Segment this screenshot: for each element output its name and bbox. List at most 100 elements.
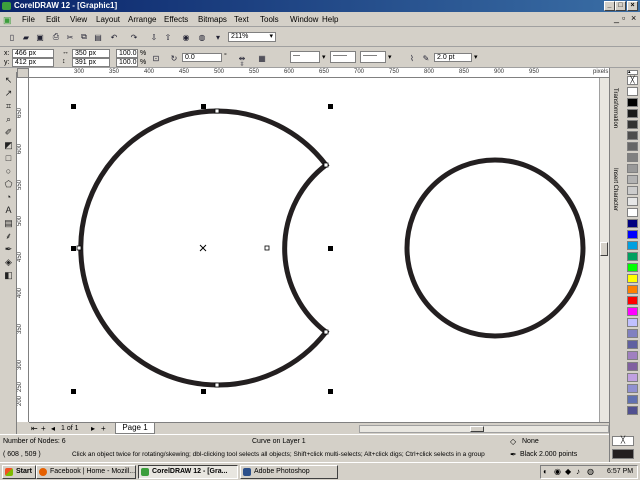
- color-swatch[interactable]: [627, 285, 638, 294]
- color-swatch[interactable]: [627, 142, 638, 151]
- zoom-level-field[interactable]: 211% ▾: [228, 32, 276, 42]
- color-swatch[interactable]: [627, 351, 638, 360]
- rotation-field[interactable]: 0.0: [182, 53, 222, 62]
- curve-node[interactable]: [76, 245, 82, 251]
- new-file-icon[interactable]: ▯: [6, 31, 18, 43]
- color-swatch[interactable]: [627, 406, 638, 415]
- document-icon[interactable]: ▣: [3, 15, 12, 26]
- handle-middle-right[interactable]: [328, 246, 333, 251]
- eyedropper-tool-icon[interactable]: ⸙: [2, 230, 15, 242]
- menu-effects[interactable]: Effects: [164, 15, 188, 24]
- menu-layout[interactable]: Layout: [96, 15, 120, 24]
- menu-help[interactable]: Help: [322, 15, 338, 24]
- color-swatch[interactable]: [627, 120, 638, 129]
- interactive-blend-tool-icon[interactable]: ▤: [2, 217, 15, 229]
- arrowhead-chevron-icon[interactable]: ▾: [322, 53, 326, 61]
- color-swatch[interactable]: [627, 307, 638, 316]
- start-button[interactable]: Start: [2, 465, 36, 479]
- center-marker[interactable]: [199, 244, 207, 252]
- color-swatch[interactable]: [627, 373, 638, 382]
- task-coreldraw[interactable]: CorelDRAW 12 - [Gra...: [138, 465, 238, 479]
- print-icon[interactable]: ⎙: [50, 31, 62, 43]
- task-firefox[interactable]: Facebook | Home - Mozill...: [36, 465, 136, 479]
- tray-volume-icon[interactable]: ♪: [576, 467, 580, 476]
- first-page-icon[interactable]: ⇤: [31, 424, 38, 433]
- tray-app-icon[interactable]: ◐: [543, 467, 548, 476]
- color-swatch[interactable]: [627, 329, 638, 338]
- menu-view[interactable]: View: [70, 15, 87, 24]
- cut-icon[interactable]: ✂: [64, 31, 76, 43]
- maximize-button[interactable]: □: [615, 1, 626, 11]
- curve-node[interactable]: [323, 329, 329, 335]
- zoom-dropdown-chevron-icon[interactable]: ▾: [212, 31, 224, 43]
- outline-width-chevron-icon[interactable]: ▾: [474, 53, 478, 61]
- handle-bottom-left[interactable]: [71, 389, 76, 394]
- export-icon[interactable]: ⇧: [162, 31, 174, 43]
- tray-network-icon[interactable]: ◉: [554, 467, 561, 476]
- close-button[interactable]: ×: [627, 1, 638, 11]
- color-swatch[interactable]: [627, 340, 638, 349]
- wrap-text-icon[interactable]: ▦: [256, 52, 268, 64]
- line-style-selector[interactable]: ——: [330, 51, 356, 63]
- minimize-button[interactable]: _: [604, 1, 615, 11]
- color-swatch[interactable]: [627, 230, 638, 239]
- handle-middle-left[interactable]: [71, 246, 76, 251]
- color-swatch[interactable]: [627, 131, 638, 140]
- scale-x-field[interactable]: 100.0: [116, 49, 138, 58]
- handle-bottom-center[interactable]: [201, 389, 206, 394]
- basic-shapes-tool-icon[interactable]: ◔: [2, 191, 15, 203]
- zoom-chevron-down-icon[interactable]: ▾: [269, 33, 273, 40]
- rectangle-tool-icon[interactable]: □: [2, 152, 15, 164]
- color-swatch[interactable]: [627, 175, 638, 184]
- end-chevron-icon[interactable]: ▾: [388, 53, 392, 61]
- outline-pen-icon[interactable]: ✎: [420, 52, 432, 64]
- fill-tool-icon[interactable]: ◈: [2, 256, 15, 268]
- tray-updates-icon[interactable]: ◍: [587, 467, 594, 476]
- doc-minimize-button[interactable]: _: [614, 13, 619, 23]
- color-swatch[interactable]: [627, 164, 638, 173]
- drawing-canvas[interactable]: [29, 78, 599, 422]
- menu-text[interactable]: Text: [234, 15, 249, 24]
- outline-tool-icon[interactable]: ✒: [2, 243, 15, 255]
- curve-node[interactable]: [264, 245, 270, 251]
- save-icon[interactable]: ▣: [34, 31, 46, 43]
- menu-window[interactable]: Window: [290, 15, 318, 24]
- page-tab[interactable]: Page 1: [115, 423, 155, 434]
- copy-icon[interactable]: ⧉: [78, 31, 90, 43]
- menu-tools[interactable]: Tools: [260, 15, 279, 24]
- end-arrowhead-selector[interactable]: ——: [360, 51, 386, 63]
- color-swatch[interactable]: [627, 153, 638, 162]
- docker-tab-insert-character[interactable]: Insert Character: [612, 168, 618, 211]
- color-swatch[interactable]: [627, 197, 638, 206]
- color-swatch[interactable]: [627, 395, 638, 404]
- x-position-field[interactable]: 466 px: [12, 49, 54, 58]
- polygon-tool-icon[interactable]: ⬠: [2, 178, 15, 190]
- next-page-icon[interactable]: ▸: [91, 424, 95, 433]
- y-position-field[interactable]: 412 px: [12, 58, 54, 67]
- text-tool-icon[interactable]: A: [2, 204, 15, 216]
- color-swatch[interactable]: [627, 384, 638, 393]
- handle-top-left[interactable]: [71, 104, 76, 109]
- horizontal-scroll-thumb[interactable]: [470, 426, 484, 432]
- lock-ratio-icon[interactable]: ⊡: [150, 52, 162, 64]
- menu-edit[interactable]: Edit: [46, 15, 60, 24]
- ruler-origin[interactable]: [17, 68, 29, 78]
- color-swatch[interactable]: [627, 296, 638, 305]
- outline-width-field[interactable]: 2.0 pt: [434, 53, 472, 62]
- color-swatch[interactable]: [627, 186, 638, 195]
- tray-security-icon[interactable]: ◆: [565, 467, 571, 476]
- import-icon[interactable]: ⇩: [148, 31, 160, 43]
- open-folder-icon[interactable]: ▰: [20, 31, 32, 43]
- ellipse-tool-icon[interactable]: ○: [2, 165, 15, 177]
- no-color-swatch[interactable]: ╳: [627, 76, 638, 85]
- interactive-fill-tool-icon[interactable]: ◧: [2, 269, 15, 281]
- curve-node[interactable]: [323, 162, 329, 168]
- handle-top-right[interactable]: [328, 104, 333, 109]
- start-arrowhead-selector[interactable]: ⎯⎯: [290, 51, 320, 63]
- menu-file[interactable]: File: [22, 15, 35, 24]
- color-swatch[interactable]: [627, 87, 638, 96]
- horizontal-scrollbar[interactable]: [359, 425, 609, 433]
- color-swatch[interactable]: [627, 274, 638, 283]
- color-swatch[interactable]: [627, 219, 638, 228]
- menu-bitmaps[interactable]: Bitmaps: [198, 15, 227, 24]
